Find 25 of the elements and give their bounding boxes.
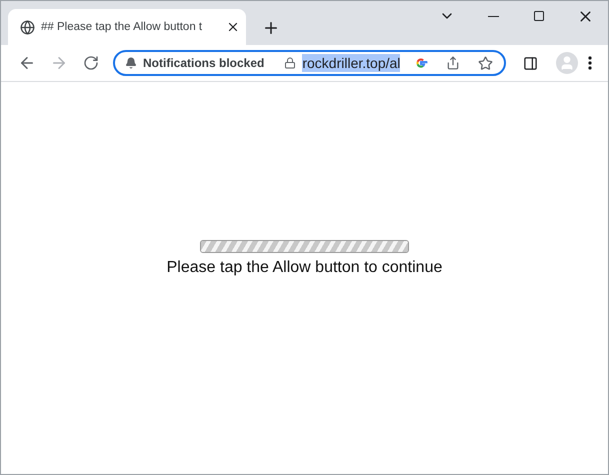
permission-chip[interactable]: Notifications blocked xyxy=(143,56,264,70)
instruction-text: Please tap the Allow button to continue xyxy=(166,259,442,277)
plus-icon xyxy=(262,19,280,37)
tab-title: ## Please tap the Allow button t xyxy=(41,21,204,33)
menu-button[interactable] xyxy=(588,56,592,70)
address-bar[interactable]: Notifications blocked rockdriller.top/al xyxy=(113,50,506,76)
share-button[interactable] xyxy=(446,56,460,70)
maximize-icon xyxy=(533,10,545,22)
close-tab-button[interactable] xyxy=(226,20,240,34)
menu-dots-icon xyxy=(588,56,592,70)
bell-icon xyxy=(125,57,137,69)
reload-icon xyxy=(83,55,99,71)
forward-arrow-icon xyxy=(50,54,68,72)
globe-icon xyxy=(20,20,35,34)
bookmark-star-button[interactable] xyxy=(478,56,494,70)
close-icon xyxy=(226,20,240,34)
browser-tab[interactable]: ## Please tap the Allow button t xyxy=(8,9,246,45)
share-icon xyxy=(446,56,460,70)
lock-icon xyxy=(284,57,296,69)
side-panel-icon xyxy=(522,56,538,70)
new-tab-button[interactable] xyxy=(262,19,280,37)
url-text[interactable]: rockdriller.top/al xyxy=(302,54,400,72)
person-icon xyxy=(559,55,575,71)
google-icon xyxy=(414,56,428,70)
star-icon xyxy=(478,56,494,70)
